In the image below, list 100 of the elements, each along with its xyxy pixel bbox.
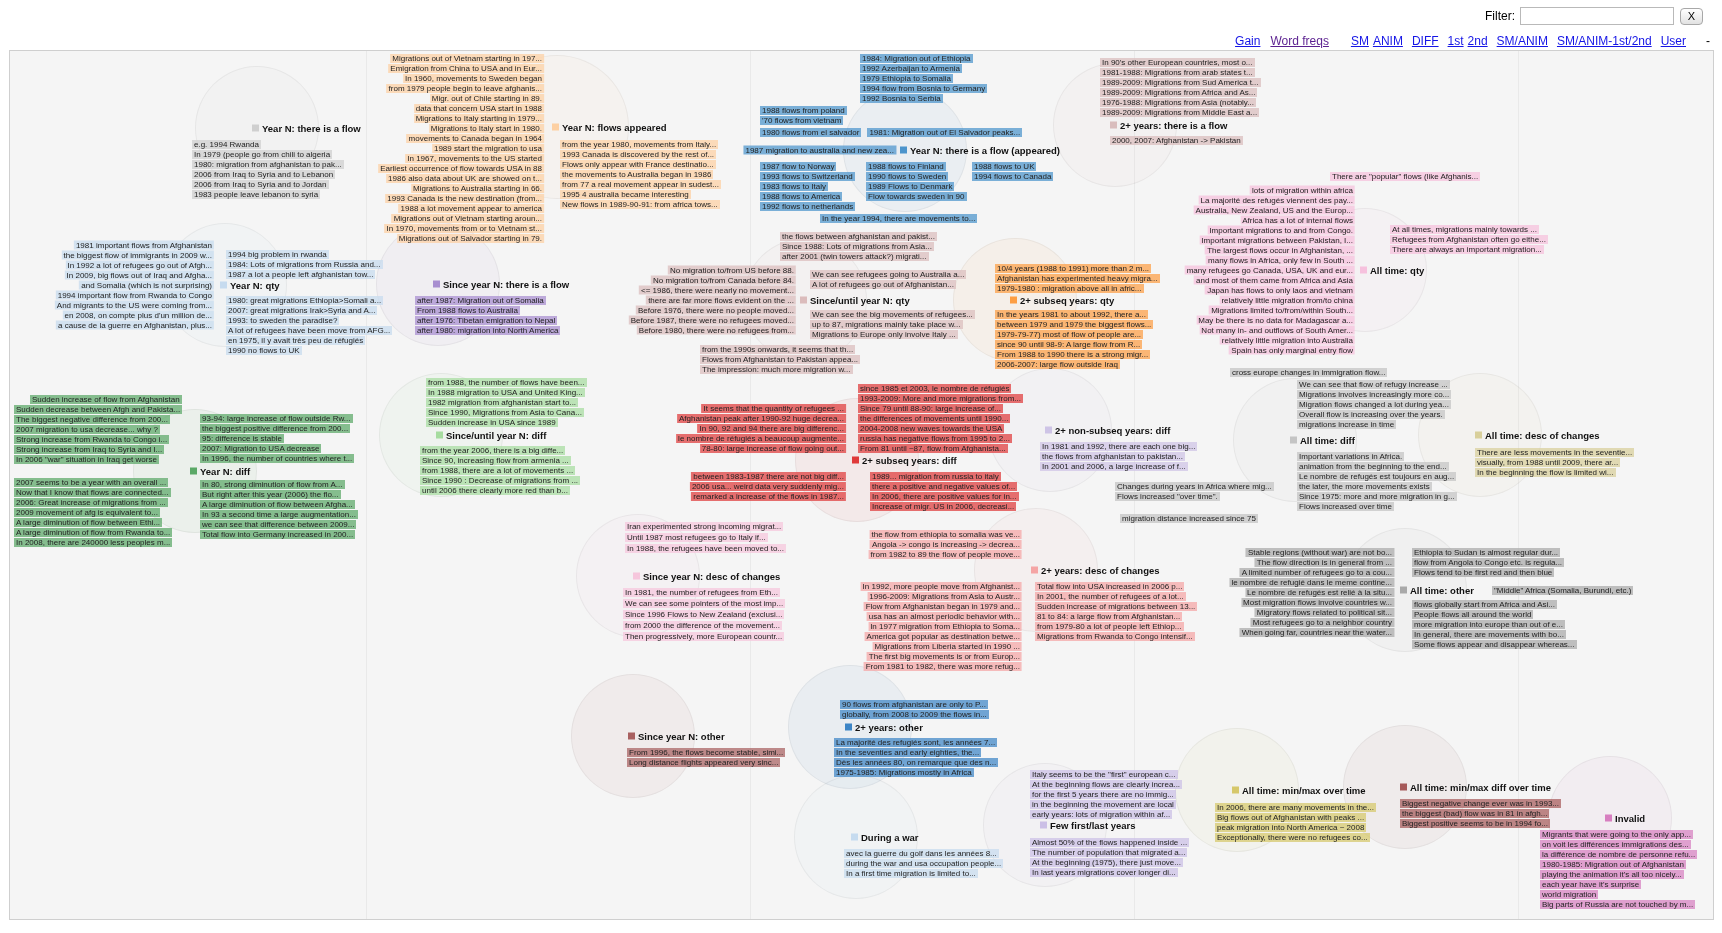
note-label: Italy seems to be the "first" european c... — [1030, 770, 1178, 779]
note-label: Since 1975: more and more migration in g... — [1297, 492, 1457, 501]
note-label: And migrants to the US were coming from... — [54, 300, 214, 310]
note-label: after 1976: Tibetan emigration to Nepal — [415, 316, 558, 325]
note-label: We can see that flow of refugy increase ... — [1297, 380, 1450, 389]
cluster-title: 2+ years: other — [855, 721, 923, 733]
note-label: In general, there are movements with bo... — [1412, 630, 1566, 639]
filter-label: Filter: — [1485, 8, 1515, 25]
nav-link[interactable]: SM/ANIM-1st/2nd — [1556, 32, 1652, 50]
note-label: from 2000 the difference of the movement... — [623, 621, 783, 630]
filter-input[interactable] — [1520, 7, 1674, 25]
note-label: 90 flows from afghanistan are only to P... — [840, 700, 988, 709]
note-label: the movements to Australia began in 1986 — [560, 170, 714, 179]
note-label: Biggest positive seems to be in 1994 fo... — [1400, 819, 1550, 828]
note-label: more migration into europe than out of e... — [1412, 620, 1565, 629]
note-label: Flow from Afghanistan began in 1979 and... — [863, 602, 1022, 611]
note-label: a cause de la guerre en Afghanistan, plus... — [56, 320, 214, 330]
nav-link[interactable]: DIFF — [1411, 32, 1439, 50]
note-label: There are less movements in the seventie... — [1475, 448, 1635, 457]
note-label: 1979 Ethiopia to Somalia — [860, 74, 953, 83]
note-label: 78-80: large increase of flow going out... — [699, 444, 846, 453]
note-label: 2004-2008 new waves towards the USA — [858, 424, 1005, 433]
note-label: From 1988 flows to Australia — [415, 306, 520, 315]
note-label: La majorité des refugés viennent des pay... — [1198, 195, 1355, 205]
note-label: In 1988, the refugees have been moved to... — [625, 544, 786, 553]
note-label: Overall flow is increasing over the years. — [1297, 410, 1445, 419]
note-label: Le nombre de refugés est toujours en aug... — [1297, 472, 1457, 481]
cluster-title: All time: qty — [1370, 264, 1425, 276]
note-label: In 1992, more people move from Afghanist... — [860, 582, 1022, 591]
note-label: Dès les années 80, on remarque que des n... — [834, 758, 999, 767]
nav-link[interactable]: Gain — [1235, 32, 1261, 50]
cluster-title: All time: other — [1410, 584, 1474, 596]
note-label: There are always an important migration... — [1390, 245, 1544, 254]
note-label: At the beginning flows are clearly increa... — [1030, 780, 1183, 789]
nav-link[interactable]: 1st — [1447, 32, 1464, 50]
note-label: 1987 flow to Norway — [760, 162, 837, 171]
note-label: The flow direction is in general from ... — [1254, 558, 1394, 567]
note-label: movements to Canada began in 1964 — [406, 134, 544, 143]
note-label: between 1979 and 1979 the biggest flows... — [995, 320, 1154, 329]
note-label: Most refugees go to a neighbor country — [1250, 618, 1394, 627]
note-label: Total flow into Germany increased in 200... — [200, 530, 356, 539]
note-label: from 1988, the number of flows have been... — [426, 378, 587, 387]
note-label: the biggest (bad) flow was in 81 in afgh... — [1400, 809, 1550, 818]
nav-link[interactable]: SM — [1350, 32, 1369, 50]
note-label: 1988 a lot movement appear to america — [398, 204, 544, 213]
note-label: Since 90, increasing flow from armenia ... — [420, 456, 571, 465]
note-label: we can see that difference between 2009... — [200, 520, 357, 529]
note-label: 1990 flows to Sweden — [866, 172, 949, 181]
note-label: It seems that the quantity of refugees ... — [701, 404, 846, 413]
note-label: for the first 5 years there are no immig... — [1030, 790, 1176, 799]
note-label: A large diminution of flow between Afgha... — [200, 500, 355, 509]
note-label: animation from the beginning to the end... — [1297, 462, 1449, 471]
cluster-title: 2+ subseq years: qty — [1020, 294, 1115, 306]
note-label: Strong increase from Iraq to Syria and I... — [14, 445, 165, 454]
note-label: From 81 until ~87, flow from Afghanista... — [858, 444, 1008, 453]
note-label: 1993: to sweden the paradise? — [226, 316, 340, 325]
note-label: from 1979 people begin to leave afghanis... — [386, 84, 544, 93]
note-label: Le nombre de refugés est relié à la situ... — [1245, 588, 1394, 597]
note-label: Then progressively, more European countr... — [623, 632, 785, 641]
note-label: 1979-79-77) most of flow of people are... — [995, 330, 1144, 339]
note-label: In 2001, the number of refugees of a lot... — [1035, 592, 1186, 601]
note-label: Most migration flows involve countries w... — [1241, 598, 1394, 607]
note-label: Australia, New Zealand, US and the Europ... — [1193, 205, 1355, 215]
note-label: after 1980: migration into North America — [415, 326, 561, 335]
nav-link[interactable]: SM/ANIM — [1496, 32, 1548, 50]
note-label: In the year 1994, there are movements to... — [820, 214, 978, 223]
note-label: We can see refugees going to Australia a... — [810, 270, 967, 279]
note-label: 1984: Migration out of Ethiopia — [860, 54, 973, 63]
nav-link[interactable]: 2nd — [1467, 32, 1488, 50]
note-label: 1987 migration to australia and new zea... — [743, 145, 896, 155]
note-label: At all times, migrations mainly towards ... — [1390, 225, 1539, 234]
cluster-title: Year N: flows appeared — [562, 121, 667, 133]
note-label: Big flows out of Afghanistan with peaks ... — [1215, 813, 1367, 822]
note-label: Flow towards sweden in 90 — [866, 192, 967, 201]
note-label: From 1988 to 1990 there is a strong migr... — [995, 350, 1151, 359]
note-label: until 2006 there clearly more red than b... — [420, 486, 570, 495]
nav-link[interactable]: ANIM — [1372, 32, 1403, 50]
note-label: A limited number of refugees go to a cou... — [1239, 568, 1394, 577]
clear-button[interactable]: X — [1680, 7, 1703, 25]
nav-link[interactable]: Word freqs — [1270, 32, 1329, 50]
cluster-title: Invalid — [1615, 812, 1646, 824]
note-label: Refugees from Afghanistan often go eithe... — [1390, 235, 1548, 244]
note-label: and Somalia (which is not surprising) — [79, 280, 214, 290]
note-label: from the year 2006, there is a big diffe... — [420, 446, 566, 455]
note-label: russia has negative flows from 1995 to 2... — [858, 434, 1012, 443]
note-label: <= 1986, there were nearly no movement... — [639, 285, 796, 295]
note-label: from 77 a real movement appear in sudest... — [560, 180, 721, 189]
note-label: Flows increased "over time". — [1115, 492, 1220, 501]
note-label: In 1981 and 1992, there are each one big... — [1040, 442, 1198, 451]
note-label: From 1981 to 1982, there was more refug... — [863, 662, 1022, 671]
note-label: 1987 a lot a people left afghanistan tow... — [226, 270, 376, 279]
note-label: Before 1976, there were no people moved... — [635, 305, 796, 315]
note-label: Before 1987, there were no refugees moved... — [628, 315, 796, 325]
note-label: 1994 big problem in rwanda — [226, 250, 329, 259]
note-label: 1988 flows from poland — [760, 106, 847, 115]
nav-link[interactable]: User — [1660, 32, 1686, 50]
note-label: the biggest flow of immigrants in 2009 w... — [61, 250, 214, 260]
note-label: migration distance increased since 75 — [1120, 514, 1258, 523]
cluster-title: Year N: there is a flow (appeared) — [910, 144, 1060, 156]
cluster-title: Since/until year N: qty — [810, 294, 910, 306]
